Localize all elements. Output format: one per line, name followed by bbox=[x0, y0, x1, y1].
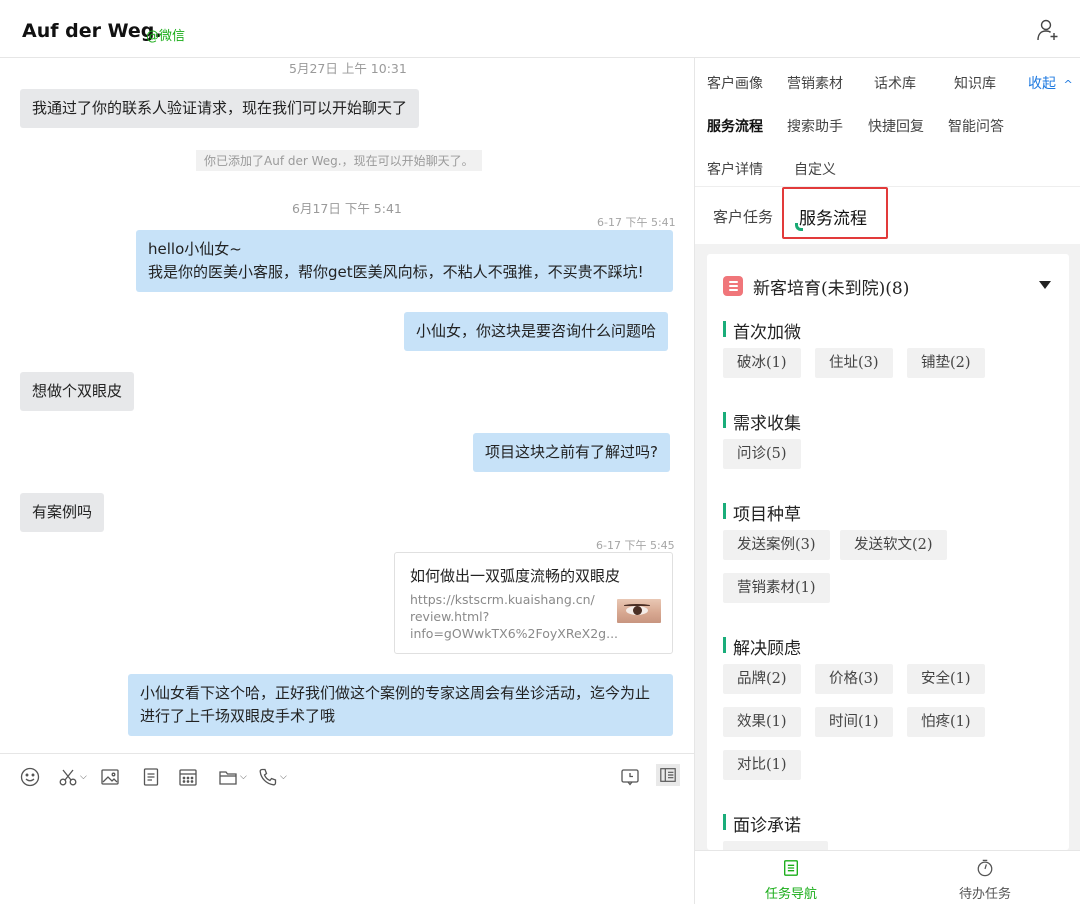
timer-icon bbox=[977, 859, 993, 877]
tab-smart-qa[interactable]: 智能问答 bbox=[948, 116, 1004, 136]
timestamp: 6月17日 下午 5:41 bbox=[292, 201, 402, 216]
bottom-navigation: 任务导航 待办任务 bbox=[695, 850, 1080, 904]
message-time: 6-17 下午 5:41 bbox=[597, 216, 676, 229]
nav-task-navigation[interactable]: 任务导航 bbox=[741, 859, 841, 902]
task-chip[interactable]: 品牌(2) bbox=[723, 664, 801, 694]
message-line: 小仙女看下这个哈，正好我们做这个案例的专家这周会有坐诊活动，迄今为止 bbox=[140, 684, 651, 702]
link-card-url-line: info=gOWwkTX6%2FoyXReX2g... bbox=[410, 626, 619, 641]
sidebar-toggle-button[interactable] bbox=[656, 764, 680, 786]
task-list-icon bbox=[784, 860, 798, 876]
message-outgoing[interactable]: 小仙女看下这个哈，正好我们做这个案例的专家这周会有坐诊活动，迄今为止 进行了上千… bbox=[128, 674, 673, 736]
scissors-icon bbox=[59, 769, 77, 786]
collapse-label: 收起 bbox=[1028, 76, 1056, 92]
tab-script-library[interactable]: 话术库 bbox=[874, 73, 916, 93]
chevron-down-icon: ⌵ bbox=[240, 772, 247, 782]
subtab-customer-tasks[interactable]: 客户任务 bbox=[713, 206, 773, 227]
nav-label: 任务导航 bbox=[764, 887, 817, 902]
group-title: 首次加微 bbox=[723, 318, 801, 343]
sidebar-toggle-icon bbox=[660, 768, 676, 782]
task-chip[interactable]: 铺垫(2) bbox=[907, 348, 985, 378]
message-incoming[interactable]: 想做个双眼皮 bbox=[20, 372, 135, 411]
message-line: 进行了上千场双眼皮手术了哦 bbox=[140, 707, 336, 725]
task-chip[interactable]: 营销素材(1) bbox=[723, 573, 830, 603]
call-button[interactable]: ⌵ bbox=[258, 766, 287, 788]
message-incoming[interactable]: 有案例吗 bbox=[20, 493, 105, 532]
message-outgoing[interactable]: 小仙女，你这块是要咨询什么问题哈 bbox=[404, 312, 669, 351]
message-incoming[interactable]: 我通过了你的联系人验证请求，现在我们可以开始聊天了 bbox=[20, 89, 420, 128]
group-title: 需求收集 bbox=[723, 409, 801, 434]
message-line: hello小仙女~ bbox=[148, 240, 242, 258]
screenshot-button[interactable]: ⌵ bbox=[58, 766, 87, 788]
link-card-url-line: https://kstscrm.kuaishang.cn/ bbox=[410, 592, 595, 607]
message-line: 我是你的医美小客服，帮你get医美风向标，不粘人不强推，不买贵不踩坑! bbox=[148, 263, 644, 281]
calendar-button[interactable] bbox=[178, 766, 198, 788]
message-time: 6-17 下午 5:45 bbox=[596, 539, 675, 552]
sub-tab-bar: 客户任务 服务流程 bbox=[695, 186, 1080, 244]
phone-icon bbox=[259, 768, 277, 786]
image-button[interactable] bbox=[100, 766, 120, 788]
tab-customer-profile[interactable]: 客户画像 bbox=[707, 73, 763, 93]
chat-history-icon bbox=[621, 769, 639, 786]
chat-message-list[interactable]: 5月27日 上午 10:31 我通过了你的联系人验证请求，现在我们可以开始聊天了… bbox=[0, 58, 694, 753]
folder-button[interactable]: ⌵ bbox=[218, 766, 247, 788]
link-card-url: https://kstscrm.kuaishang.cn/ review.htm… bbox=[410, 591, 619, 642]
tab-service-process[interactable]: 服务流程 bbox=[707, 116, 763, 136]
chevron-down-icon: ⌵ bbox=[80, 772, 87, 782]
task-chip[interactable]: 安全(1) bbox=[907, 664, 985, 694]
message-outgoing[interactable]: hello小仙女~ 我是你的医美小客服，帮你get医美风向标，不粘人不强推，不买… bbox=[136, 230, 673, 292]
tab-quick-reply[interactable]: 快捷回复 bbox=[868, 116, 924, 136]
group-title: 解决顾虑 bbox=[723, 634, 801, 659]
nav-label: 待办任务 bbox=[958, 887, 1011, 902]
link-card-title: 如何做出一双弧度流畅的双眼皮 bbox=[410, 567, 621, 585]
timestamp: 5月27日 上午 10:31 bbox=[289, 61, 407, 76]
calendar-icon bbox=[179, 769, 197, 786]
chat-header: Auf der Weg. @微信 bbox=[0, 0, 1080, 58]
process-section: 新客培育(未到院)(8) 首次加微 破冰(1) 住址(3) 铺垫(2) 需求收集… bbox=[707, 254, 1069, 850]
task-chip[interactable]: 住址(3) bbox=[815, 348, 893, 378]
task-chip[interactable] bbox=[723, 841, 828, 850]
tab-knowledge-base[interactable]: 知识库 bbox=[954, 73, 996, 93]
source-tag: @微信 bbox=[146, 29, 186, 44]
folder-icon bbox=[219, 771, 237, 785]
add-user-icon[interactable] bbox=[1036, 18, 1060, 42]
nav-pending-tasks[interactable]: 待办任务 bbox=[935, 859, 1035, 902]
section-title: 新客培育(未到院)(8) bbox=[753, 279, 910, 299]
tab-search-assistant[interactable]: 搜索助手 bbox=[787, 116, 843, 136]
document-icon bbox=[143, 768, 159, 786]
task-chip[interactable]: 发送案例(3) bbox=[723, 530, 830, 560]
task-chip[interactable]: 效果(1) bbox=[723, 707, 801, 737]
chat-history-button[interactable] bbox=[620, 766, 640, 788]
chevron-up-icon: ^ bbox=[1063, 78, 1073, 91]
tab-custom[interactable]: 自定义 bbox=[794, 159, 836, 179]
task-chip[interactable]: 发送软文(2) bbox=[840, 530, 947, 560]
system-notice: 你已添加了Auf der Weg.，现在可以开始聊天了。 bbox=[196, 150, 482, 171]
tab-marketing-material[interactable]: 营销素材 bbox=[787, 73, 843, 93]
emoji-button[interactable] bbox=[20, 766, 40, 788]
tab-customer-details[interactable]: 客户详情 bbox=[707, 159, 763, 179]
list-icon bbox=[723, 276, 743, 296]
emoji-icon bbox=[20, 767, 40, 787]
task-chip[interactable]: 时间(1) bbox=[815, 707, 893, 737]
chevron-down-icon: ⌵ bbox=[280, 772, 287, 782]
image-icon bbox=[101, 769, 119, 785]
message-outgoing[interactable]: 项目这块之前有了解过吗? bbox=[473, 433, 670, 472]
message-composer[interactable]: ⌵ ⌵ ⌵ bbox=[0, 753, 694, 904]
caret-down-icon[interactable] bbox=[1039, 281, 1051, 289]
task-chip[interactable]: 破冰(1) bbox=[723, 348, 801, 378]
document-button[interactable] bbox=[141, 766, 161, 788]
assistant-panel: 客户画像 营销素材 话术库 知识库 收起 ^ 服务流程 搜索助手 快捷回复 智能… bbox=[694, 58, 1080, 904]
link-card[interactable]: 如何做出一双弧度流畅的双眼皮 https://kstscrm.kuaishang… bbox=[394, 552, 673, 654]
eye-thumbnail-image bbox=[617, 599, 661, 623]
task-chip[interactable]: 对比(1) bbox=[723, 750, 801, 780]
contact-name: Auf der Weg. bbox=[22, 20, 162, 42]
group-title: 项目种草 bbox=[723, 500, 801, 525]
highlight-box bbox=[782, 187, 888, 239]
link-card-url-line: review.html? bbox=[410, 609, 490, 624]
group-title: 面诊承诺 bbox=[723, 811, 801, 836]
collapse-button[interactable]: 收起 ^ bbox=[1028, 73, 1073, 93]
task-chip[interactable]: 价格(3) bbox=[815, 664, 893, 694]
task-chip[interactable]: 问诊(5) bbox=[723, 439, 801, 469]
task-chip[interactable]: 怕疼(1) bbox=[907, 707, 985, 737]
